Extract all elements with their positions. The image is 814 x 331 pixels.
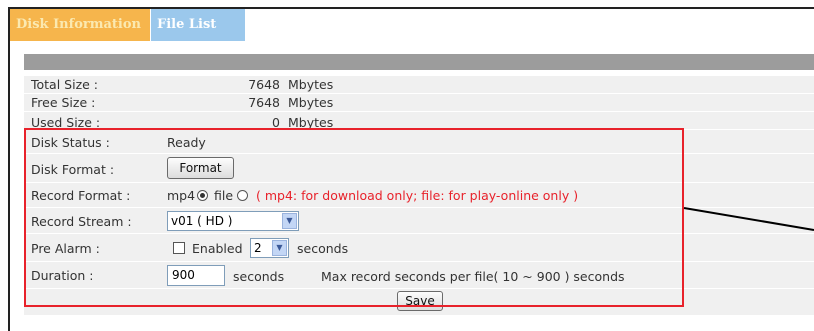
free-size-unit: Mbytes bbox=[288, 95, 334, 110]
free-size-label: Free Size : bbox=[31, 95, 96, 110]
tab-file-list[interactable]: File List bbox=[150, 9, 245, 41]
total-size-row: Total Size : 7648 Mbytes bbox=[24, 76, 814, 93]
total-size-label: Total Size : bbox=[31, 77, 99, 92]
tab-bar: Disk Information File List bbox=[10, 9, 814, 41]
free-size-row: Free Size : 7648 Mbytes bbox=[24, 94, 814, 111]
total-size-unit: Mbytes bbox=[288, 77, 334, 92]
free-size-value: 7648 bbox=[248, 95, 280, 110]
total-size-value: 7648 bbox=[248, 77, 280, 92]
settings-highlight-box bbox=[24, 128, 684, 307]
tab-disk-information[interactable]: Disk Information bbox=[10, 9, 162, 41]
header-bar bbox=[24, 54, 814, 70]
used-size-row: Used Size : 0 Mbytes bbox=[24, 112, 814, 130]
